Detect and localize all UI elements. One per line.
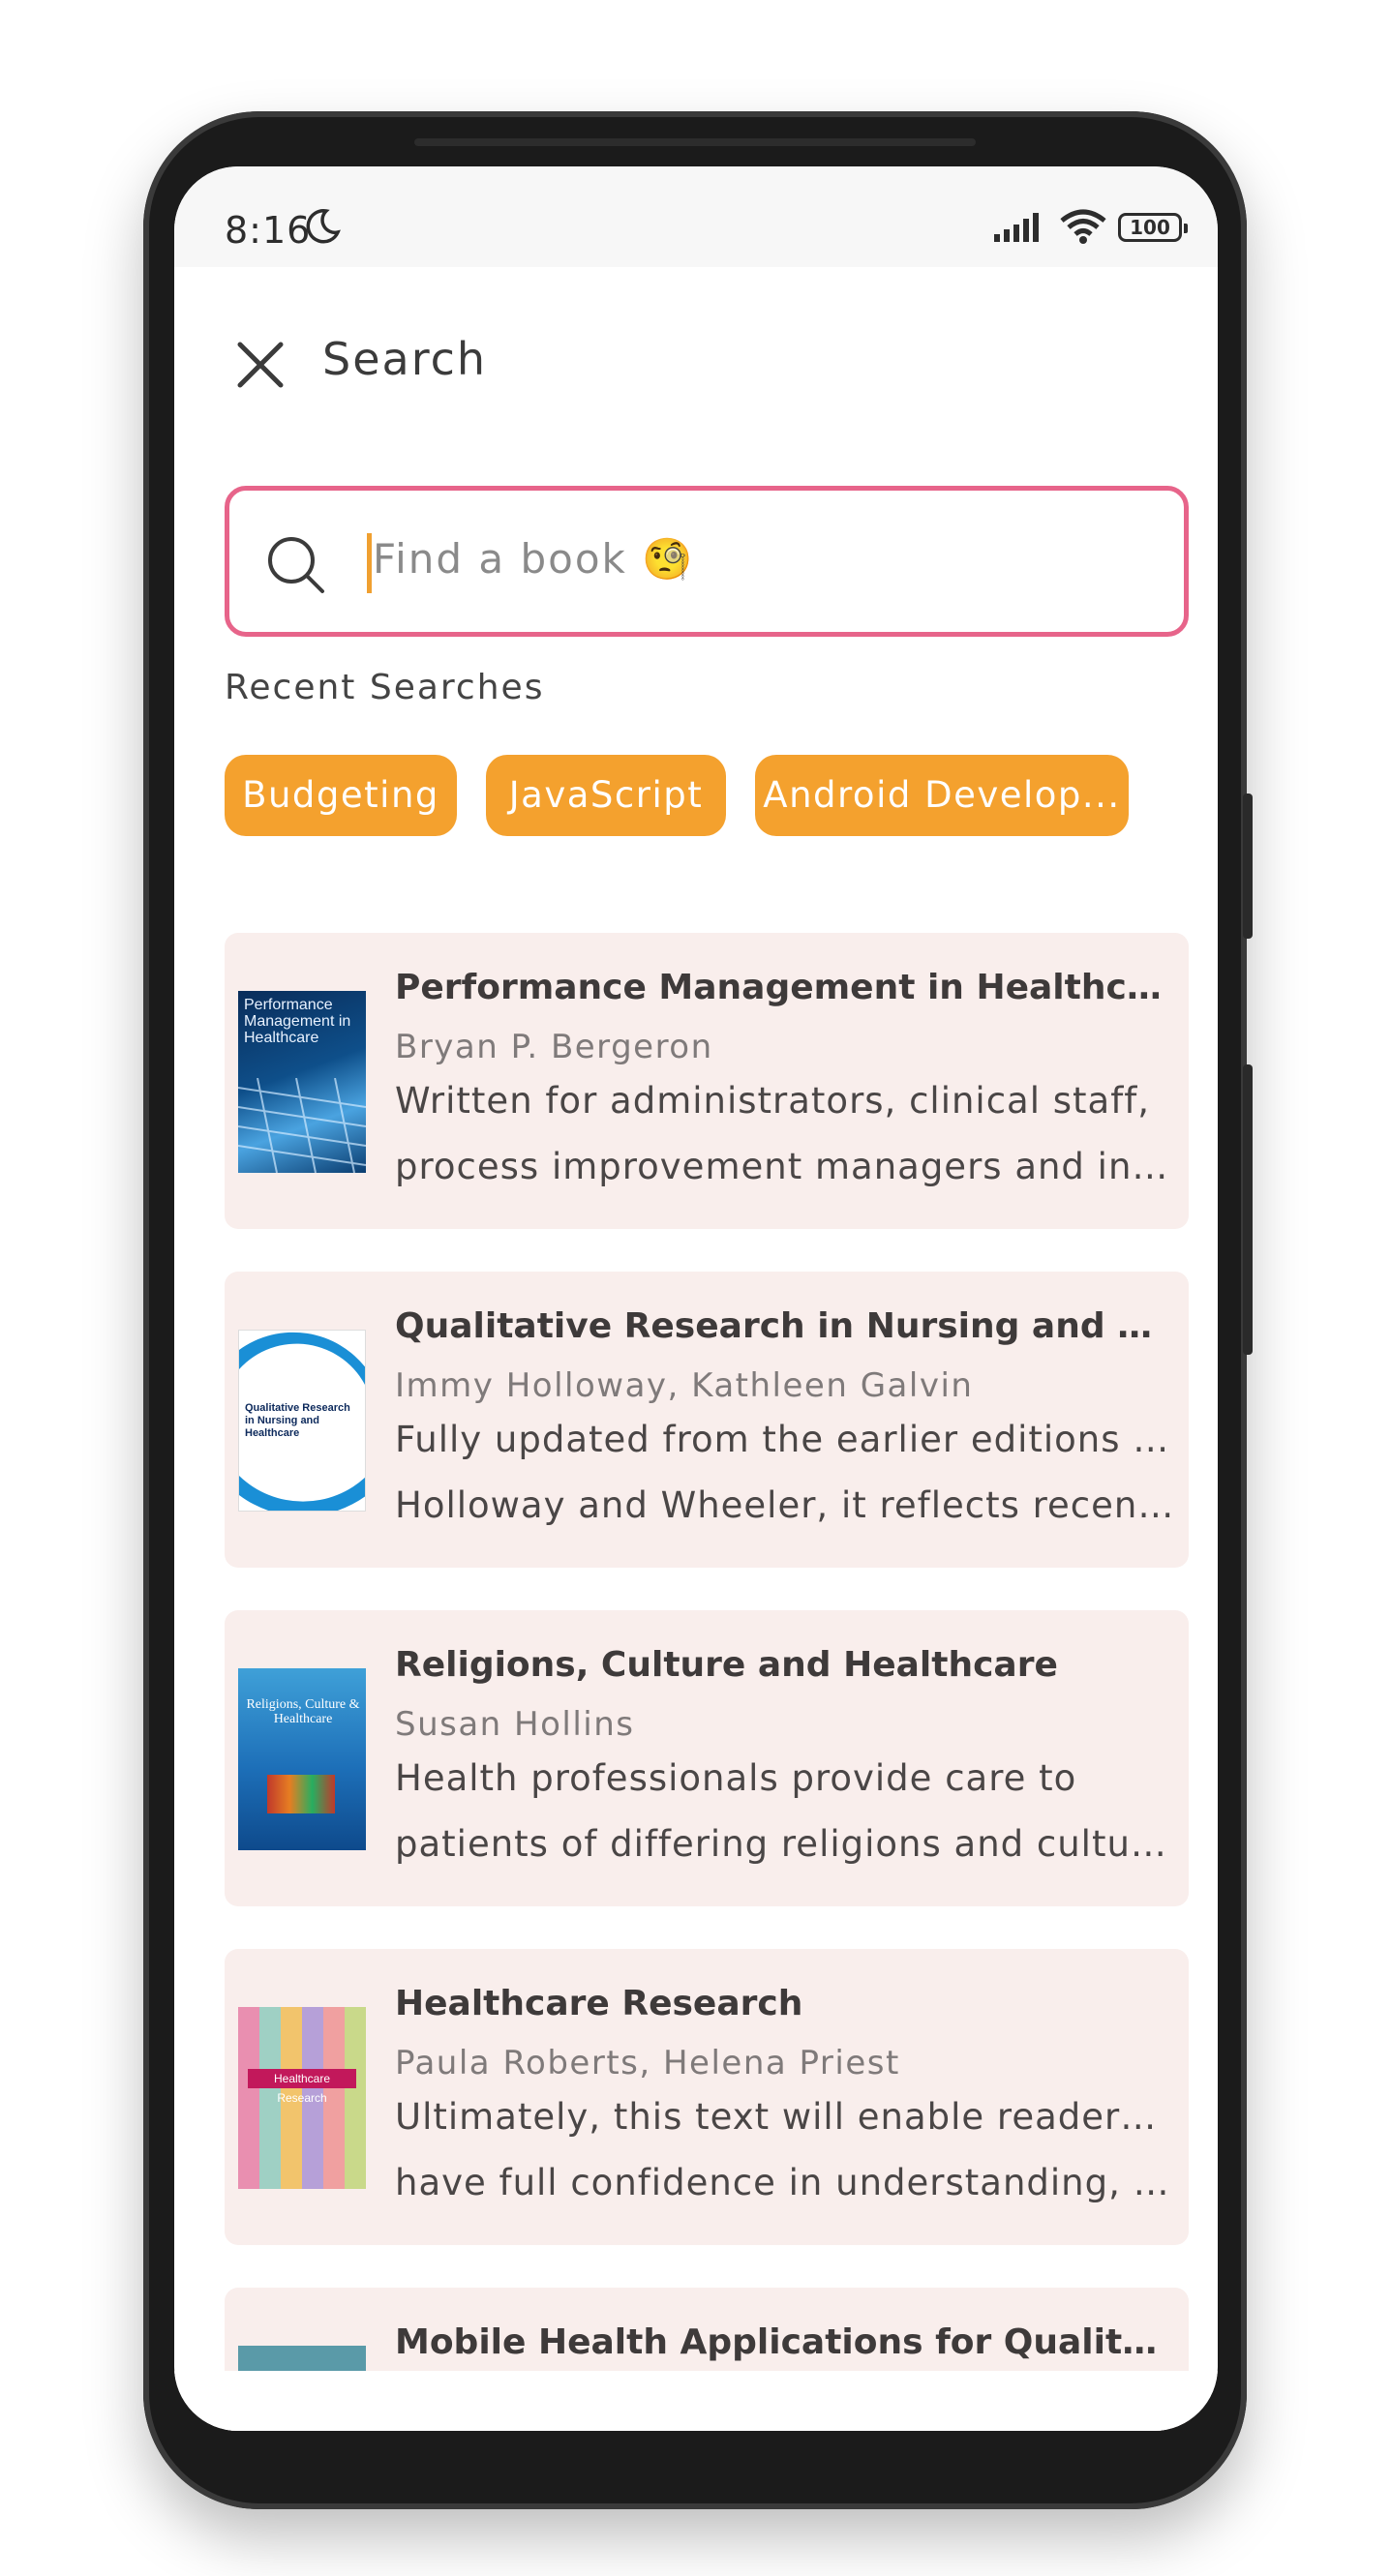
book-cover-image: Qualitative Research in Nursing and Heal… xyxy=(238,1330,366,1512)
cover-picture xyxy=(267,1775,335,1813)
book-card[interactable]: Qualitative Research in Nursing and Heal… xyxy=(225,1272,1189,1568)
book-author: Paula Roberts, Helena Priest xyxy=(395,2044,900,2082)
book-author: Bryan P. Bergeron xyxy=(395,1028,713,1066)
book-title: Healthcare Research xyxy=(395,1984,803,2023)
battery-icon: 100 xyxy=(1118,213,1188,242)
moon-icon xyxy=(306,209,341,244)
signal-icon xyxy=(994,213,1039,242)
cover-pattern xyxy=(238,1078,366,1173)
text-cursor xyxy=(367,533,372,593)
book-description-line: have full confidence in understanding, u… xyxy=(395,2162,1174,2203)
book-cover-title: Religions, Culture & Healthcare xyxy=(246,1697,360,1726)
book-description-line: Holloway and Wheeler, it reflects recent… xyxy=(395,1484,1174,1526)
page-title: Search xyxy=(322,333,488,385)
book-card[interactable]: Performance Management in Healthcare Per… xyxy=(225,933,1189,1229)
recent-chip-budgeting[interactable]: Budgeting xyxy=(225,755,457,836)
book-description-line: Written for administrators, clinical sta… xyxy=(395,1080,1151,1122)
book-description-line: Fully updated from the earlier editions … xyxy=(395,1419,1174,1460)
app-screen: 8:16 100 Search Find a book 🧐 Recent Sea… xyxy=(174,166,1218,2431)
screen-bottom-bar xyxy=(174,2371,1218,2431)
book-title: Religions, Culture and Healthcare xyxy=(395,1645,1058,1685)
volume-button xyxy=(1243,794,1253,939)
close-icon[interactable] xyxy=(234,339,287,391)
book-cover-title: Qualitative Research in Nursing and Heal… xyxy=(245,1402,350,1439)
recent-chip-android[interactable]: Android Develop... xyxy=(755,755,1129,836)
book-cover-image: Healthcare Research xyxy=(238,2007,366,2189)
search-placeholder: Find a book 🧐 xyxy=(373,535,695,583)
phone-speaker xyxy=(414,138,976,146)
search-icon xyxy=(268,537,324,593)
book-author: Immy Holloway, Kathleen Galvin xyxy=(395,1366,974,1405)
battery-level: 100 xyxy=(1130,216,1170,239)
book-title: Mobile Health Applications for Quality H… xyxy=(395,2322,1169,2362)
status-bar: 8:16 100 xyxy=(174,166,1218,267)
book-title: Performance Management in Healthcare xyxy=(395,968,1169,1007)
recent-searches-label: Recent Searches xyxy=(225,668,545,707)
book-title: Qualitative Research in Nursing and Heal… xyxy=(395,1306,1169,1346)
book-card[interactable]: Religions, Culture & Healthcare Religion… xyxy=(225,1610,1189,1906)
book-description-line: patients of differing religions and cult… xyxy=(395,1823,1174,1865)
search-input[interactable]: Find a book 🧐 xyxy=(225,486,1189,637)
power-button xyxy=(1243,1064,1253,1355)
book-cover-title: Healthcare Research xyxy=(248,2069,356,2105)
book-description-line: process improvement managers and informa… xyxy=(395,1146,1174,1187)
book-description-line: Ultimately, this text will enable reader… xyxy=(395,2096,1174,2138)
book-card[interactable]: Healthcare Research Healthcare Research … xyxy=(225,1949,1189,2245)
wifi-icon xyxy=(1060,209,1106,244)
recent-chip-javascript[interactable]: JavaScript xyxy=(486,755,726,836)
book-cover-image: Religions, Culture & Healthcare xyxy=(238,1668,366,1850)
book-author: Susan Hollins xyxy=(395,1705,635,1744)
book-cover-title: Performance Management in Healthcare xyxy=(244,997,351,1046)
book-cover-image: Performance Management in Healthcare xyxy=(238,991,366,1173)
book-description-line: Health professionals provide care to xyxy=(395,1757,1077,1799)
status-time: 8:16 xyxy=(225,209,312,252)
